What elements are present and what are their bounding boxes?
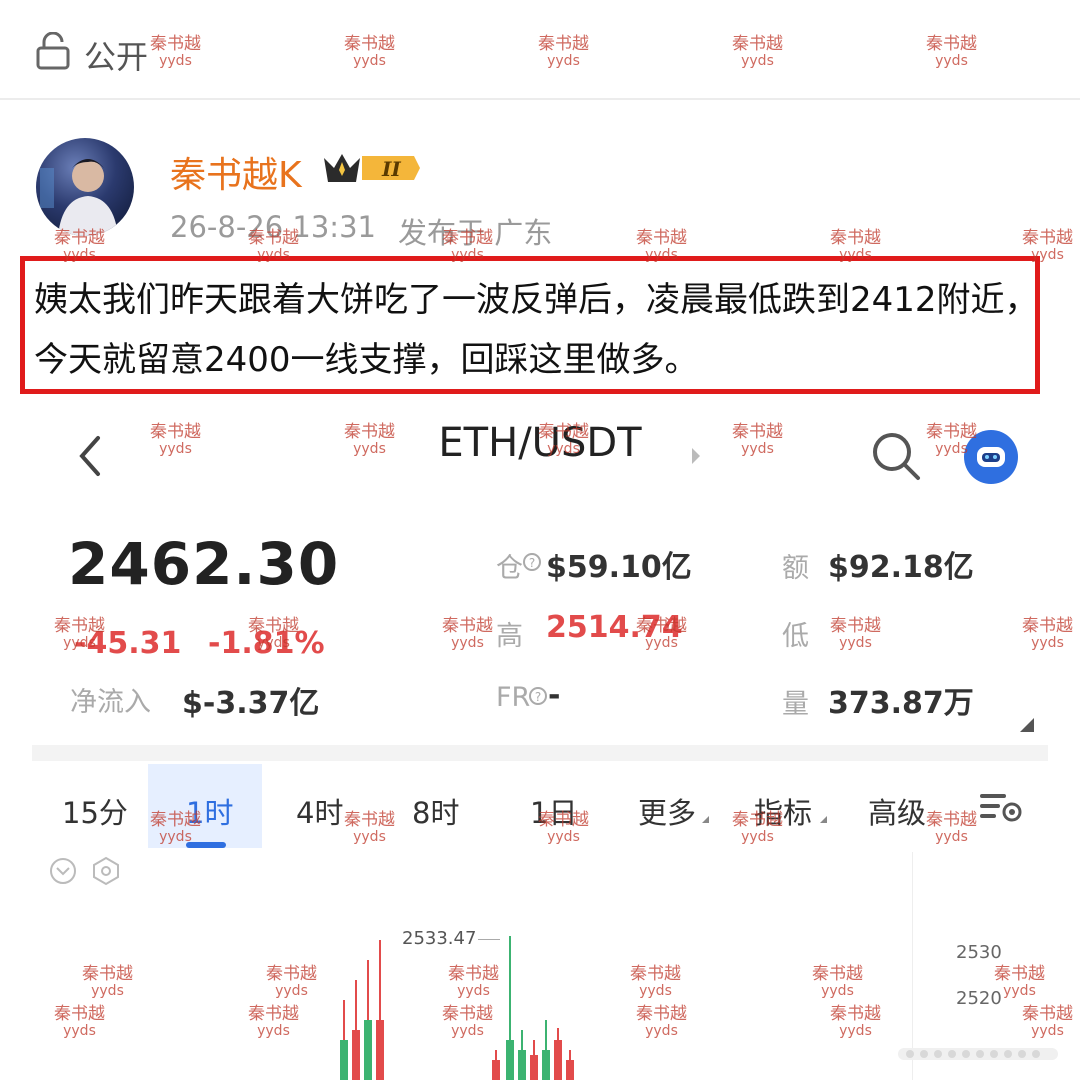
funding-rate-label: FR	[496, 682, 531, 713]
active-tab-underline	[186, 842, 226, 848]
chart-settings-hex-icon[interactable]	[92, 856, 120, 886]
watermark-stamp: 秦书越 yyds	[442, 616, 493, 651]
indicators-caret-icon	[820, 816, 827, 823]
more-caret-icon	[702, 816, 709, 823]
post-body: 姨太我们昨天跟着大饼吃了一波反弹后，凌晨最低跌到2412附近，今天就留意2400…	[34, 280, 1039, 380]
open-interest-value: $59.10亿	[546, 550, 692, 585]
low-label: 低	[782, 621, 809, 652]
high-label: 高	[496, 621, 523, 652]
pair-dropdown-arrow-icon[interactable]	[690, 446, 702, 466]
tab-more[interactable]: 更多	[638, 790, 696, 832]
watermark-stamp: 秦书越 yyds	[344, 810, 395, 845]
price-change-pct: -1.81%	[208, 626, 325, 661]
y-tick-2530: 2530	[956, 942, 1002, 963]
netflow-value: $-3.37亿	[182, 686, 320, 721]
watermark-stamp: 秦书越 yyds	[1022, 1004, 1073, 1039]
volume-value: 373.87万	[828, 686, 974, 721]
expand-corner-icon[interactable]	[1020, 718, 1034, 732]
top-bar	[0, 0, 1080, 100]
watermark-stamp: 秦书越 yyds	[1022, 616, 1073, 651]
lock-open-icon[interactable]	[36, 32, 70, 70]
volume-label: 量	[782, 689, 809, 720]
collapse-toggle-icon[interactable]	[48, 856, 78, 886]
y-tick-2520: 2520	[956, 988, 1002, 1009]
watermark-stamp: 秦书越 yyds	[830, 616, 881, 651]
info-icon[interactable]: ?	[528, 686, 548, 706]
open-interest-label: 仓	[496, 553, 523, 584]
watermark-stamp: 秦书越 yyds	[54, 1004, 105, 1039]
assistant-bot-icon[interactable]	[964, 430, 1018, 484]
turnover-label: 额	[782, 553, 809, 584]
tab-15m[interactable]: 15分	[62, 790, 128, 832]
watermark-stamp: 秦书越 yyds	[82, 964, 133, 999]
tab-advanced[interactable]: 高级	[868, 790, 926, 832]
tab-indicators[interactable]: 指标	[754, 790, 812, 832]
candles-left	[340, 940, 384, 1080]
tab-1d[interactable]: 1日	[530, 790, 577, 832]
svg-text:?: ?	[529, 556, 535, 570]
watermark-stamp: 秦书越 yyds	[830, 1004, 881, 1039]
candles-right	[492, 936, 574, 1080]
turnover-value: $92.18亿	[828, 550, 974, 585]
image-pager-dots[interactable]	[898, 1044, 1058, 1064]
watermark-stamp: 秦书越 yyds	[812, 964, 863, 999]
tab-4h[interactable]: 4时	[296, 790, 343, 832]
visibility-label[interactable]: 公开	[84, 32, 148, 78]
netflow-label: 净流入	[70, 687, 151, 718]
post-location: 发布于 广东	[398, 216, 553, 250]
username[interactable]: 秦书越K	[170, 146, 302, 198]
vip-badge-level: II	[381, 157, 401, 181]
svg-text:?: ?	[535, 690, 541, 704]
candlestick-chart[interactable]	[300, 900, 600, 1080]
chart-settings-icon[interactable]	[980, 790, 1022, 824]
price-change-abs: -45.31	[74, 626, 182, 661]
watermark-stamp: 秦书越 yyds	[630, 964, 681, 999]
funding-rate-value: -	[548, 678, 561, 713]
high-value: 2514.74	[546, 610, 683, 645]
watermark-stamp: 秦书越 yyds	[636, 1004, 687, 1039]
avatar[interactable]	[36, 138, 134, 236]
last-price: 2462.30	[68, 530, 340, 598]
tab-8h[interactable]: 8时	[412, 790, 459, 832]
info-icon[interactable]: ?	[522, 552, 542, 572]
vip-crown-badge-icon[interactable]: II	[322, 150, 422, 186]
post-time: 26-8-26 13:31	[170, 210, 376, 244]
watermark-stamp: 秦书越 yyds	[248, 1004, 299, 1039]
watermark-stamp: 秦书越 yyds	[926, 810, 977, 845]
search-icon[interactable]	[870, 430, 922, 482]
section-divider	[32, 745, 1048, 761]
tab-1h[interactable]: 1时	[186, 790, 233, 832]
